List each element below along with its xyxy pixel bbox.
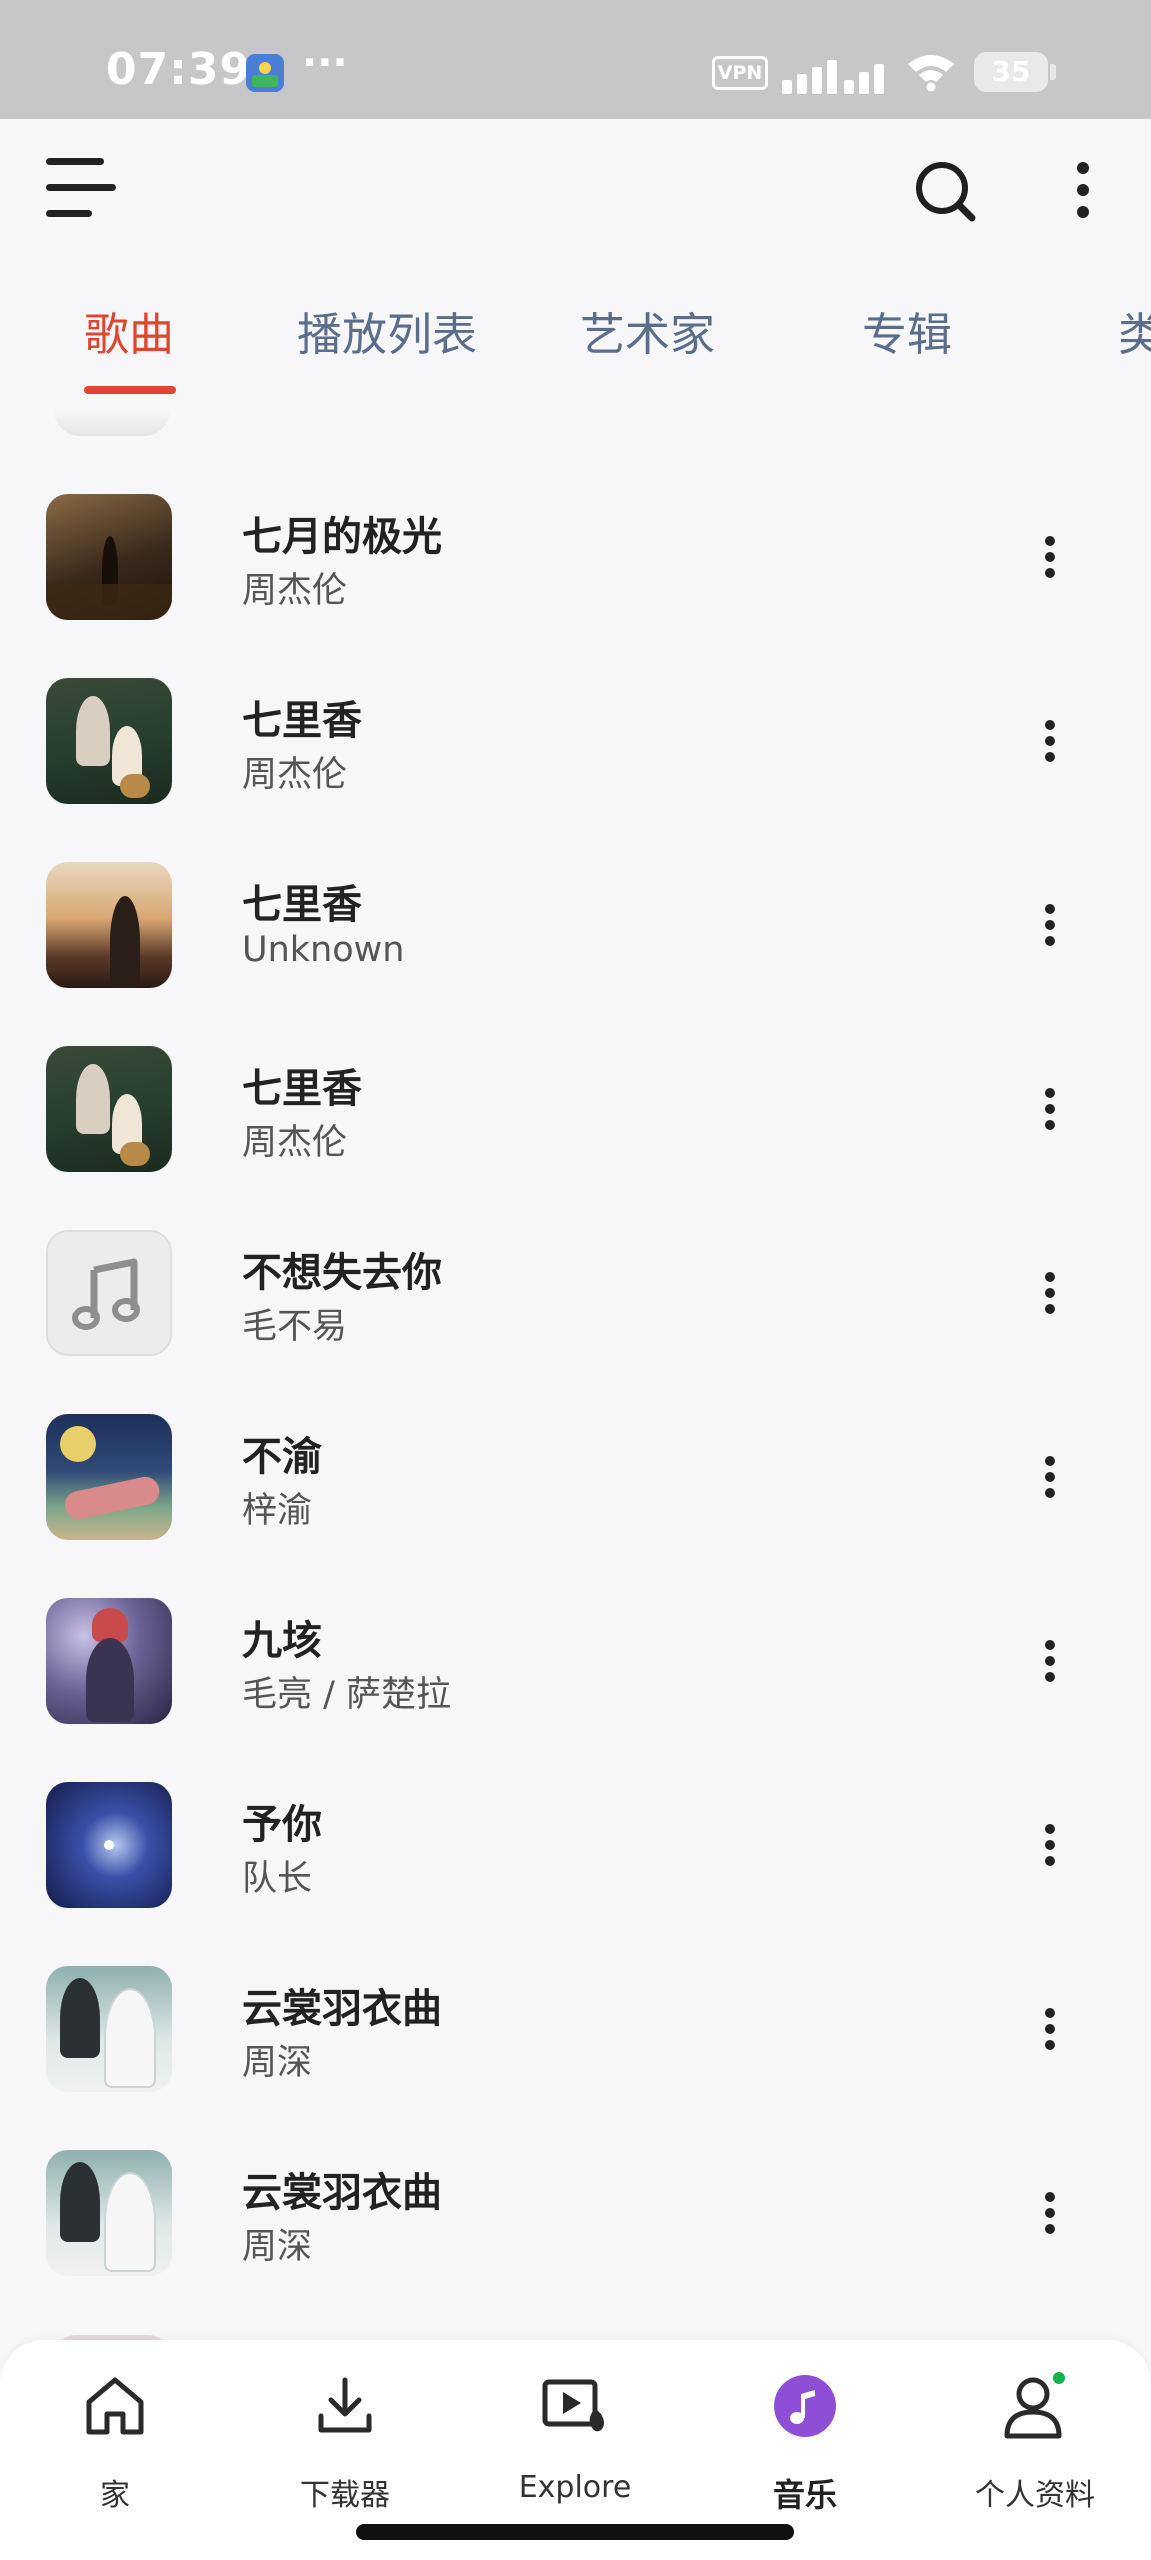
profile-icon	[1001, 2372, 1069, 2440]
album-cover	[46, 1046, 172, 1172]
song-row[interactable]: 不想失去你 毛不易	[0, 1230, 1151, 1414]
home-icon	[81, 2372, 149, 2440]
song-title: 七里香	[242, 698, 362, 744]
song-title: 九垓	[242, 1618, 322, 1664]
nav-explore[interactable]: Explore	[480, 2360, 670, 2520]
song-artist: 毛亮 / 萨楚拉	[242, 1675, 452, 1715]
album-cover	[46, 494, 172, 620]
status-time: 07:39	[106, 44, 252, 95]
album-cover	[46, 1598, 172, 1724]
song-title: 云裳羽衣曲	[242, 2170, 442, 2216]
song-row[interactable]: 七里香 Unknown	[0, 862, 1151, 1046]
nav-profile-label: 个人资料	[975, 2478, 1095, 2513]
music-note-icon	[771, 2372, 839, 2440]
album-cover	[46, 862, 172, 988]
nav-home[interactable]: 家	[20, 2360, 210, 2520]
song-row[interactable]: 不渝 梓渝	[0, 1414, 1151, 1598]
song-artist: 周杰伦	[242, 571, 348, 611]
album-cover	[46, 2150, 172, 2276]
status-bar: 07:39 ··· VPN 35	[0, 0, 1151, 119]
status-overflow: ···	[302, 40, 348, 86]
song-title: 予你	[242, 1802, 322, 1848]
song-row[interactable]: 九垓 毛亮 / 萨楚拉	[0, 1598, 1151, 1782]
album-cover-partial	[54, 410, 170, 436]
nav-profile[interactable]: 个人资料	[940, 2360, 1130, 2520]
song-row[interactable]: 予你 队长	[0, 1782, 1151, 1966]
download-icon	[311, 2372, 379, 2440]
song-more-icon[interactable]	[1030, 900, 1070, 950]
song-artist: Unknown	[242, 930, 405, 970]
search-icon[interactable]	[910, 156, 982, 228]
default-cover-music-icon	[46, 1230, 172, 1356]
song-row[interactable]: 七月的极光 周杰伦	[0, 494, 1151, 678]
song-artist: 周深	[242, 2227, 313, 2267]
song-artist: 队长	[242, 1859, 313, 1899]
song-more-icon[interactable]	[1030, 1636, 1070, 1686]
song-artist: 周杰伦	[242, 755, 348, 795]
music-app-screen: 07:39 ··· VPN 35 歌曲 播放列表 艺术家 专辑 类 七月的极光 …	[0, 0, 1151, 2560]
album-cover	[46, 678, 172, 804]
song-more-icon[interactable]	[1030, 532, 1070, 582]
wifi-icon	[906, 52, 956, 92]
gallery-app-icon	[246, 54, 284, 92]
song-title: 七里香	[242, 1066, 362, 1112]
menu-icon[interactable]	[46, 156, 116, 222]
tab-artists[interactable]: 艺术家	[580, 298, 715, 361]
song-title: 不想失去你	[242, 1250, 442, 1296]
vpn-badge: VPN	[712, 56, 768, 90]
album-cover	[46, 1782, 172, 1908]
song-more-icon[interactable]	[1030, 2188, 1070, 2238]
tab-albums[interactable]: 专辑	[862, 298, 952, 361]
battery-tip	[1050, 64, 1056, 80]
nav-explore-label: Explore	[518, 2470, 632, 2505]
song-title: 七月的极光	[242, 514, 442, 560]
song-more-icon[interactable]	[1030, 1084, 1070, 1134]
album-cover	[46, 1414, 172, 1540]
nav-downloader-label: 下载器	[300, 2478, 390, 2513]
explore-video-icon	[541, 2372, 609, 2440]
more-vertical-icon[interactable]	[1060, 160, 1106, 220]
song-more-icon[interactable]	[1030, 2004, 1070, 2054]
nav-music-label: 音乐	[772, 2476, 837, 2514]
song-more-icon[interactable]	[1030, 1820, 1070, 1870]
song-artist: 周深	[242, 2043, 313, 2083]
signal-icon	[782, 54, 892, 94]
song-title: 云裳羽衣曲	[242, 1986, 442, 2032]
nav-home-label: 家	[100, 2478, 130, 2513]
tab-playlists[interactable]: 播放列表	[297, 298, 477, 361]
song-more-icon[interactable]	[1030, 1452, 1070, 1502]
song-title: 不渝	[242, 1434, 322, 1480]
battery-icon: 35	[974, 52, 1048, 92]
tab-songs[interactable]: 歌曲	[84, 298, 174, 361]
song-row[interactable]: 七里香 周杰伦	[0, 678, 1151, 862]
nav-downloader[interactable]: 下载器	[250, 2360, 440, 2520]
song-artist: 梓渝	[242, 1491, 313, 1531]
battery-level: 35	[991, 55, 1031, 88]
song-artist: 周杰伦	[242, 1123, 348, 1163]
song-more-icon[interactable]	[1030, 1268, 1070, 1318]
tab-genres[interactable]: 类	[1118, 298, 1151, 361]
song-row[interactable]: 云裳羽衣曲 周深	[0, 1966, 1151, 2150]
song-list[interactable]: 七月的极光 周杰伦 七里香 周杰伦 七里香 Unknown 七里香 周杰伦 不想…	[0, 410, 1151, 2340]
song-artist: 毛不易	[242, 1307, 348, 1347]
song-row[interactable]: 七里香 周杰伦	[0, 1046, 1151, 1230]
nav-music[interactable]: 音乐	[710, 2360, 900, 2520]
home-indicator[interactable]	[356, 2524, 794, 2540]
album-cover	[46, 1966, 172, 2092]
song-more-icon[interactable]	[1030, 716, 1070, 766]
active-tab-indicator	[84, 386, 176, 394]
song-row[interactable]: 云裳羽衣曲 周深	[0, 2150, 1151, 2334]
song-title: 七里香	[242, 882, 362, 928]
